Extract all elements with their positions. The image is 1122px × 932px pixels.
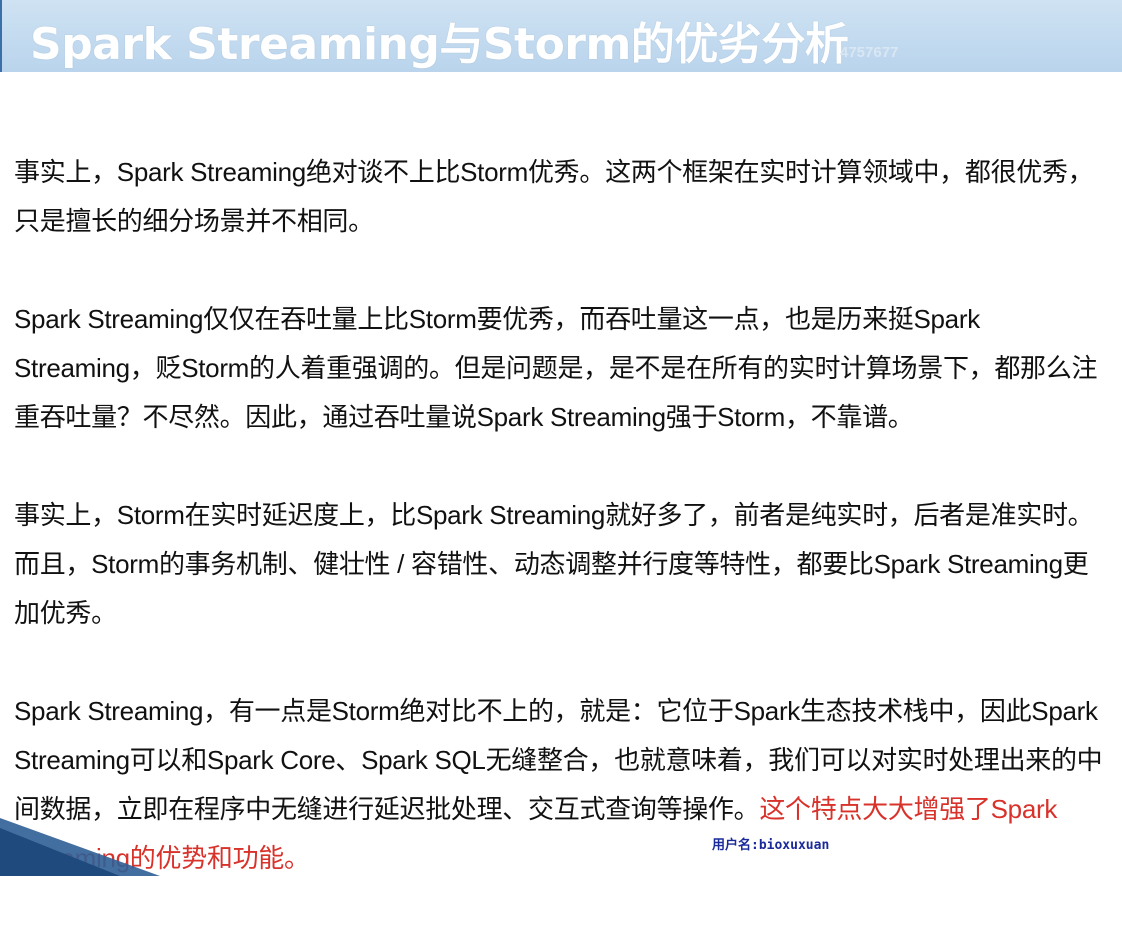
title-watermark: 4757677 bbox=[840, 44, 899, 61]
paragraph-3: 事实上，Storm在实时延迟度上，比Spark Streaming就好多了，前者… bbox=[14, 500, 1094, 628]
paragraph-4: Spark Streaming，有一点是Storm绝对比不上的，就是：它位于Sp… bbox=[14, 687, 1112, 883]
title-bar: Spark Streaming与Storm的优劣分析 4757677 bbox=[0, 0, 1122, 72]
username-label: 用户名:bioxuxuan bbox=[712, 838, 830, 853]
slide-content: 事实上，Spark Streaming绝对谈不上比Storm优秀。这两个框架在实… bbox=[14, 148, 1112, 932]
paragraph-1: 事实上，Spark Streaming绝对谈不上比Storm优秀。这两个框架在实… bbox=[14, 157, 1094, 236]
paragraph-2: Spark Streaming仅仅在吞吐量上比Storm要优秀，而吞吐量这一点，… bbox=[14, 304, 1098, 432]
slide-title: Spark Streaming与Storm的优劣分析 bbox=[30, 19, 849, 70]
